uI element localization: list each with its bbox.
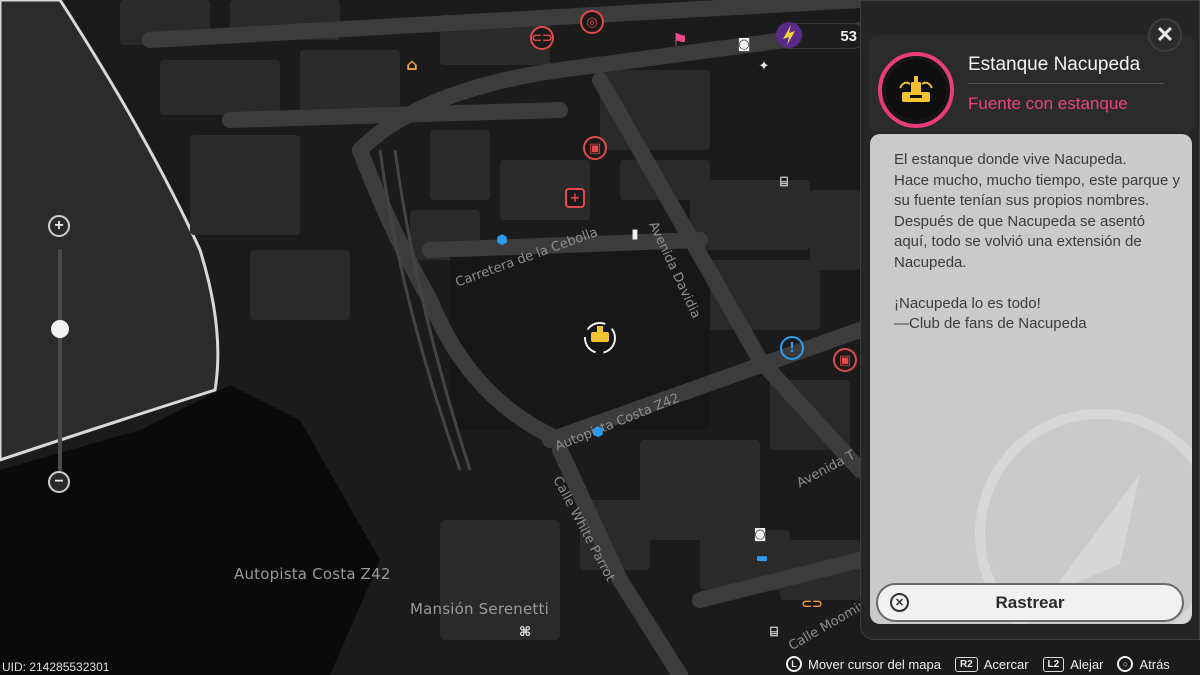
hint-back: ○ Atrás [1117,656,1170,672]
warehouse-icon-2[interactable]: ⌸ [762,620,786,644]
hint-label: Atrás [1139,656,1170,672]
camera-icon[interactable]: ◙ [732,32,756,56]
vending-icon-2[interactable]: ▣ [833,348,857,372]
home-icon[interactable]: ⌂ [400,52,424,76]
map-label-mansion: Mansión Serenetti [410,600,549,618]
camera-icon-2[interactable]: ◙ [748,522,772,546]
currency-counter: 53 [776,22,866,49]
track-button[interactable]: ✕ Rastrear [876,583,1184,622]
car-icon[interactable]: ▬ [750,546,774,570]
map-label-autopista: Autopista Costa Z42 [234,565,391,583]
title-divider [968,83,1164,84]
ferris-wheel-icon[interactable]: ◎ [580,10,604,34]
vending-icon[interactable]: ▣ [583,136,607,160]
poi-title: Estanque Nacupeda [968,54,1141,75]
l2-icon: L2 [1042,656,1065,672]
r2-icon: R2 [954,656,978,672]
hint-move-cursor: L Mover cursor del mapa [786,656,941,672]
zoom-in-button[interactable]: + [48,215,70,237]
hint-label: Acercar [983,656,1029,672]
police-icon-2[interactable]: ⬢ [586,420,610,444]
control-hints: L Mover cursor del mapa R2 Acercar L2 Al… [786,654,1184,674]
uid-label: UID: 214285532301 [2,660,110,674]
poi-description: El estanque donde vive Nacupeda. Hace mu… [894,151,1180,332]
fountain-icon [878,52,954,128]
flag-quest-icon[interactable]: ⚑ [668,28,692,52]
circle-button-icon: ○ [1117,656,1134,672]
hint-label: Alejar [1070,656,1104,672]
portal-icon[interactable]: ✦ [752,54,776,78]
left-stick-icon: L [786,656,802,672]
currency-icon [776,22,802,48]
quest-alert-icon[interactable]: ! [780,336,804,360]
zoom-slider-knob[interactable] [51,319,69,338]
book-icon[interactable]: ▮ [623,222,647,246]
shop-icon-2[interactable]: ⊂⊃ [800,592,824,616]
warehouse-icon[interactable]: ⌸ [772,170,796,194]
description-box: El estanque donde vive Nacupeda. Hace mu… [870,134,1192,624]
close-button[interactable]: ✕ [1148,18,1182,52]
track-button-label: Rastrear [995,592,1065,612]
poi-subtitle: Fuente con estanque [968,94,1128,113]
zoom-slider-track[interactable] [58,249,62,471]
hospital-icon[interactable]: + [565,188,585,208]
zoom-out-button[interactable]: − [48,471,70,493]
hint-zoom-out: L2 Alejar [1042,656,1104,672]
shop-icon[interactable]: ⊂⊃ [530,26,554,50]
police-icon-1[interactable]: ⬢ [490,228,514,252]
hint-label: Mover cursor del mapa [808,656,941,672]
hint-zoom-in: R2 Acercar [954,656,1029,672]
currency-value: 53 [840,27,857,45]
cross-button-icon: ✕ [890,593,909,612]
mansion-icon[interactable]: ⌘ [513,620,537,644]
zoom-control[interactable]: + − [48,215,72,495]
